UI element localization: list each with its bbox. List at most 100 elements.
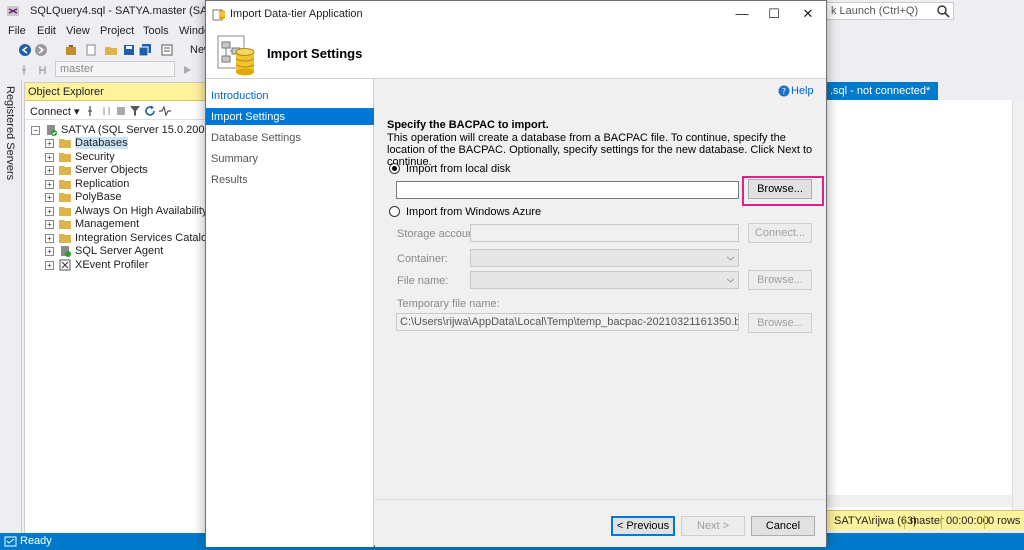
status-separator [941, 515, 942, 529]
editor-vertical-scrollbar[interactable] [1012, 100, 1024, 510]
query-status-database: master [910, 515, 944, 527]
minimize-button[interactable]: — [726, 1, 758, 27]
folder-icon [59, 139, 71, 148]
query-document-tab[interactable]: .sql - not connected* [826, 82, 938, 100]
container-select [470, 249, 739, 267]
menu-view[interactable]: View [66, 25, 90, 37]
connect-icon[interactable] [87, 105, 99, 117]
disconnect-object-icon[interactable] [101, 105, 113, 117]
expand-icon[interactable]: + [45, 261, 54, 270]
expand-icon[interactable]: + [45, 247, 54, 256]
refresh-icon[interactable] [144, 105, 156, 117]
quick-launch-input[interactable]: k Launch (Ctrl+Q) [826, 2, 954, 20]
ready-icon [4, 536, 17, 547]
expand-icon[interactable]: + [45, 220, 54, 229]
next-button: Next > [681, 516, 745, 536]
help-icon[interactable]: ? [778, 85, 790, 97]
help-link[interactable]: Help [791, 85, 814, 97]
connect-object-icon[interactable] [20, 63, 34, 77]
menu-project[interactable]: Project [100, 25, 134, 37]
local-disk-radio-label[interactable]: Import from local disk [406, 163, 511, 175]
activity-monitor-icon[interactable] [159, 105, 171, 117]
expand-icon[interactable]: + [45, 234, 54, 243]
dialog-footer: < Previous Next > Cancel [375, 499, 826, 547]
storage-account-label: Storage account: [397, 228, 481, 240]
tree-node-label: Databases [75, 137, 128, 149]
filter-icon[interactable] [129, 105, 141, 117]
maximize-button[interactable]: ☐ [758, 1, 790, 27]
dialog-title-bar: Import Data-tier Application — ☐ ✕ [206, 1, 826, 27]
azure-radio[interactable] [389, 206, 400, 217]
nav-summary: Summary [211, 153, 259, 165]
save-all-icon[interactable] [138, 43, 152, 57]
nav-import-settings[interactable]: Import Settings [206, 108, 374, 125]
object-explorer-header: Object Explorer [25, 83, 205, 101]
open-folder-icon[interactable] [104, 43, 118, 57]
wizard-nav: Introduction Import Settings Database Se… [206, 79, 374, 547]
temp-file-label: Temporary file name: [397, 298, 500, 310]
menu-file[interactable]: File [8, 25, 26, 37]
execute-icon[interactable] [180, 63, 194, 77]
azure-file-browse-button: Browse... [748, 270, 812, 290]
storage-account-input [470, 224, 739, 242]
menu-edit[interactable]: Edit [37, 25, 56, 37]
browse-highlight-box [742, 176, 824, 206]
expand-icon[interactable]: + [45, 180, 54, 189]
nav-results: Results [211, 174, 248, 186]
nav-introduction[interactable]: Introduction [206, 87, 374, 104]
import-settings-content: ? Help Specify the BACPAC to import. Thi… [375, 79, 826, 499]
quick-launch-placeholder: k Launch (Ctrl+Q) [831, 5, 919, 17]
back-icon[interactable] [18, 43, 32, 57]
expand-icon[interactable]: + [45, 153, 54, 162]
ssms-menubar: File Edit View Project Tools Windo [0, 22, 210, 40]
local-disk-path-input[interactable] [396, 181, 739, 199]
status-text: Ready [20, 535, 52, 547]
dialog-header: Import Settings [206, 27, 826, 79]
chevron-down-icon [727, 278, 734, 283]
status-separator [984, 515, 985, 529]
expand-icon[interactable]: + [45, 193, 54, 202]
cancel-button[interactable]: Cancel [751, 516, 815, 536]
sql-agent-icon [61, 246, 71, 257]
data-tier-app-icon [212, 9, 226, 21]
stop-icon[interactable] [115, 105, 127, 117]
editor-horizontal-scrollbar[interactable] [826, 495, 1012, 507]
registered-servers-label: Registered Servers [4, 86, 16, 181]
tree-node-label: Always On High Availability [75, 205, 208, 217]
close-button[interactable]: ✕ [792, 1, 824, 27]
new-query-icon[interactable] [160, 43, 174, 57]
forward-icon[interactable] [34, 43, 48, 57]
folder-icon [59, 153, 71, 162]
toolbox-icon[interactable] [64, 43, 78, 57]
query-status-bar: SATYA\rijwa (63) master 00:00:00 0 rows [826, 510, 1024, 530]
registered-servers-tab[interactable]: Registered Servers [0, 80, 22, 535]
ssms-app-icon [7, 6, 19, 16]
previous-button[interactable]: < Previous [611, 516, 675, 536]
disconnect-icon[interactable] [36, 63, 50, 77]
ssms-toolbar: New [0, 40, 212, 60]
temp-file-browse-button: Browse... [748, 313, 812, 333]
menu-tools[interactable]: Tools [143, 25, 169, 37]
tree-node-label: Integration Services Catalogs [75, 232, 219, 244]
expand-icon[interactable]: + [45, 207, 54, 216]
chevron-down-icon [727, 256, 734, 261]
header-title: Import Settings [267, 46, 363, 61]
new-file-icon[interactable] [84, 43, 98, 57]
azure-radio-label[interactable]: Import from Windows Azure [406, 206, 541, 218]
tree-node-label: Management [75, 218, 140, 230]
database-select[interactable]: master [55, 61, 175, 77]
save-icon[interactable] [122, 43, 136, 57]
expand-icon[interactable]: + [45, 139, 54, 148]
query-editor[interactable] [826, 100, 1024, 510]
expand-icon[interactable]: + [45, 166, 54, 175]
tree-node-label: Server Objects [75, 164, 148, 176]
object-explorer-toolbar: Connect ▾ [25, 102, 205, 120]
connect-dropdown[interactable]: Connect ▾ [30, 105, 80, 118]
search-icon [937, 5, 950, 18]
local-disk-radio[interactable] [389, 163, 400, 174]
object-explorer-panel: Object Explorer Connect ▾ − SATYA (SQL S… [24, 82, 264, 537]
tree-node-label: XEvent Profiler [75, 259, 149, 271]
collapse-icon[interactable]: − [31, 126, 40, 135]
dialog-title: Import Data-tier Application [230, 8, 363, 20]
folder-icon [59, 220, 71, 229]
